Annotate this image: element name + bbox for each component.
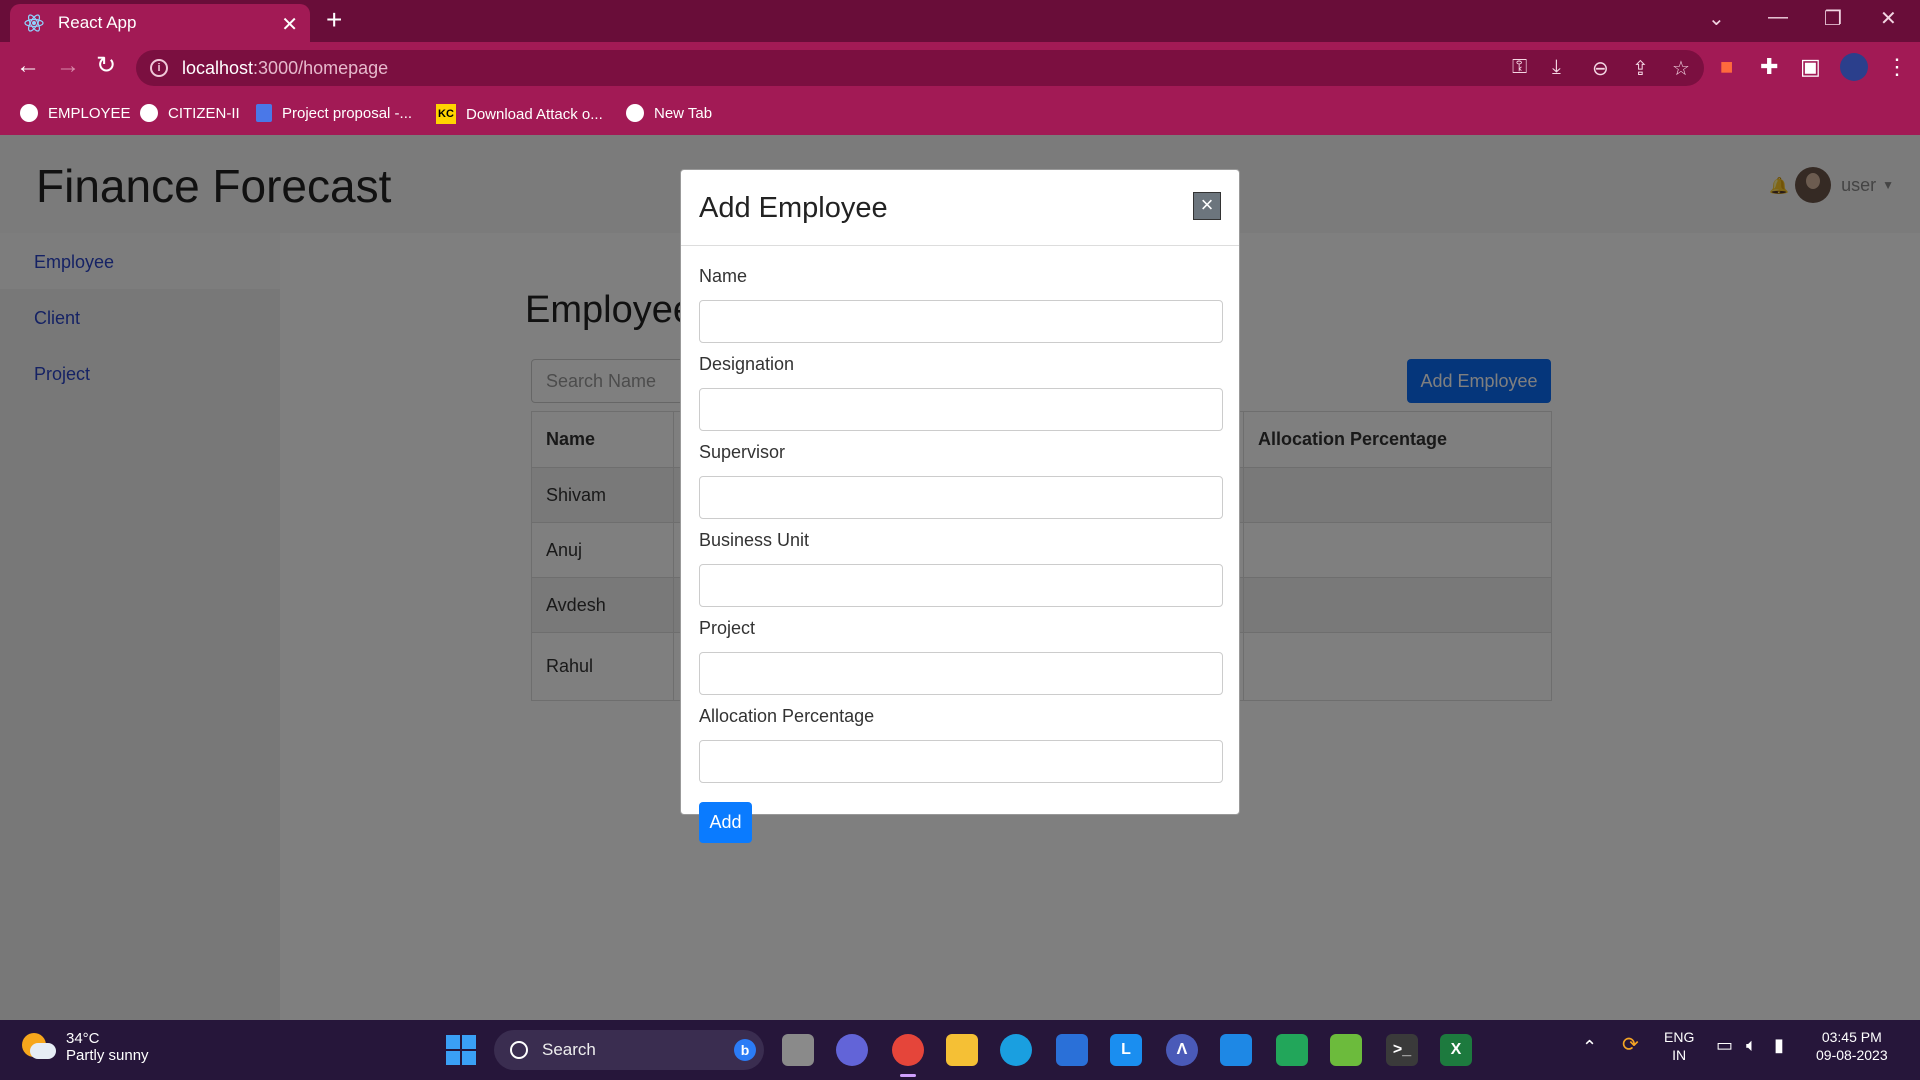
temperature: 34°C [66, 1030, 100, 1047]
zoom-icon[interactable]: ⊖ [1592, 56, 1609, 81]
arc-icon[interactable]: Λ [1166, 1034, 1198, 1066]
allocation-percentage-label: Allocation Percentage [699, 706, 875, 726]
business-unit-label: Business Unit [699, 530, 810, 550]
volume-icon[interactable]: 🔈︎ [1746, 1036, 1757, 1054]
bookmark-label: Project proposal -... [282, 104, 413, 122]
side-panel-icon[interactable]: ▣ [1800, 54, 1821, 80]
clock[interactable]: 03:45 PM 09-08-2023 [1816, 1028, 1888, 1064]
bookmark-project-proposal[interactable]: Project proposal -... [256, 104, 412, 122]
key-icon[interactable]: ⚿ [1512, 56, 1527, 79]
taskbar-search-label: Search [542, 1040, 596, 1059]
time: 03:45 PM [1821, 1029, 1882, 1045]
bookmark-star-icon[interactable]: ☆ [1672, 56, 1690, 81]
bookmark-label: New Tab [654, 104, 713, 122]
tab-title: React App [58, 13, 137, 32]
site-info-icon[interactable]: i [150, 59, 168, 77]
store-icon[interactable] [1056, 1034, 1088, 1066]
url-path: :3000/homepage [253, 57, 389, 78]
forward-icon[interactable]: → [56, 52, 80, 80]
window-close-icon[interactable]: ✕ [1880, 6, 1897, 31]
react-icon [24, 14, 44, 32]
battery-icon[interactable]: ▮ [1774, 1036, 1784, 1054]
minimize-icon[interactable]: — [1768, 6, 1788, 29]
address-bar[interactable]: i localhost :3000/homepage ⚿ ⤓ ⊖ ⇪ ☆ [136, 50, 1704, 86]
puzzle-icon[interactable]: ✚ [1760, 54, 1778, 80]
name-input[interactable] [699, 300, 1223, 343]
profile-avatar[interactable] [1840, 53, 1868, 81]
modal-header: Add Employee × [681, 170, 1239, 246]
excel-icon[interactable]: X [1440, 1034, 1472, 1066]
weather-widget[interactable]: 34°C Partly sunny [22, 1030, 149, 1064]
globe-icon [20, 104, 38, 122]
notepad-icon[interactable] [1330, 1034, 1362, 1066]
tab-close-icon[interactable]: ✕ [281, 12, 298, 37]
search-icon [510, 1041, 528, 1059]
file-explorer-icon[interactable] [946, 1034, 978, 1066]
date: 09-08-2023 [1816, 1047, 1888, 1063]
vscode-icon[interactable] [1220, 1034, 1252, 1066]
language-indicator[interactable]: ENG IN [1664, 1028, 1694, 1064]
windows-taskbar: 34°C Partly sunny Search b L Λ >_ X ⌃ ⟳ … [0, 1020, 1920, 1080]
add-employee-modal: Add Employee × Name Designation Supervis… [680, 169, 1240, 843]
tray-chevron-icon[interactable]: ⌃ [1582, 1038, 1597, 1056]
business-unit-input[interactable] [699, 564, 1223, 607]
doc-icon [256, 104, 272, 122]
region-code: IN [1672, 1047, 1687, 1063]
tab-search-icon[interactable]: ⌄ [1708, 6, 1725, 31]
edge-icon[interactable] [1000, 1034, 1032, 1066]
bookmark-new-tab[interactable]: New Tab [626, 104, 712, 122]
bookmark-label: EMPLOYEE [48, 104, 131, 122]
supervisor-input[interactable] [699, 476, 1223, 519]
partly-sunny-icon [22, 1033, 56, 1061]
new-tab-icon[interactable]: + [326, 6, 342, 34]
designation-label: Designation [699, 354, 795, 374]
back-icon[interactable]: ← [16, 52, 40, 80]
bing-icon: b [734, 1039, 756, 1061]
globe-icon [140, 104, 158, 122]
task-view-icon[interactable] [782, 1034, 814, 1066]
sync-icon[interactable]: ⟳ [1622, 1035, 1639, 1055]
bookmark-label: Download Attack o... [466, 105, 603, 123]
weather-condition: Partly sunny [66, 1047, 149, 1064]
terminal-icon[interactable]: >_ [1386, 1034, 1418, 1066]
name-label: Name [699, 266, 748, 286]
reload-icon[interactable]: ↻ [96, 52, 116, 80]
windows-start-icon[interactable] [446, 1035, 476, 1065]
menu-icon[interactable]: ⋮ [1886, 54, 1908, 80]
browser-tab-strip: React App ✕ + ⌄ — ❐ ✕ [0, 0, 1920, 42]
android-studio-icon[interactable] [1276, 1034, 1308, 1066]
bookmarks-bar: EMPLOYEE CITIZEN-II Project proposal -..… [0, 92, 1920, 135]
designation-input[interactable] [699, 388, 1223, 431]
add-submit-button[interactable]: Add [699, 802, 752, 843]
l-app-icon[interactable]: L [1110, 1034, 1142, 1066]
browser-toolbar: ← → ↻ i localhost :3000/homepage ⚿ ⤓ ⊖ ⇪… [0, 42, 1920, 92]
bookmark-citizen[interactable]: CITIZEN-II [140, 104, 240, 122]
modal-title: Add Employee [699, 192, 888, 224]
bookmark-employee[interactable]: EMPLOYEE [20, 104, 131, 122]
url-host: localhost [182, 57, 254, 78]
project-input[interactable] [699, 652, 1223, 695]
extension-icon[interactable]: ■ [1720, 54, 1733, 80]
allocation-percentage-input[interactable] [699, 740, 1223, 783]
supervisor-label: Supervisor [699, 442, 786, 462]
bookmark-download-attack[interactable]: KC Download Attack o... [436, 104, 603, 124]
network-icon[interactable]: ▭ [1716, 1036, 1733, 1054]
project-label: Project [699, 618, 756, 638]
taskbar-search[interactable]: Search b [494, 1030, 764, 1070]
close-icon[interactable]: × [1193, 192, 1221, 220]
language-code: ENG [1664, 1029, 1695, 1045]
restore-icon[interactable]: ❐ [1824, 6, 1842, 31]
chrome-icon[interactable] [892, 1034, 924, 1066]
chrome-active-indicator [900, 1074, 916, 1077]
share-icon[interactable]: ⇪ [1632, 56, 1649, 81]
browser-tab[interactable]: React App ✕ [10, 4, 310, 42]
add-employee-form: Name Designation Supervisor Business Uni… [681, 246, 1239, 843]
kc-logo-icon: KC [436, 104, 456, 124]
chat-icon[interactable] [836, 1034, 868, 1066]
bookmark-label: CITIZEN-II [168, 104, 240, 122]
install-icon[interactable]: ⤓ [1552, 56, 1561, 79]
globe-icon [626, 104, 644, 122]
